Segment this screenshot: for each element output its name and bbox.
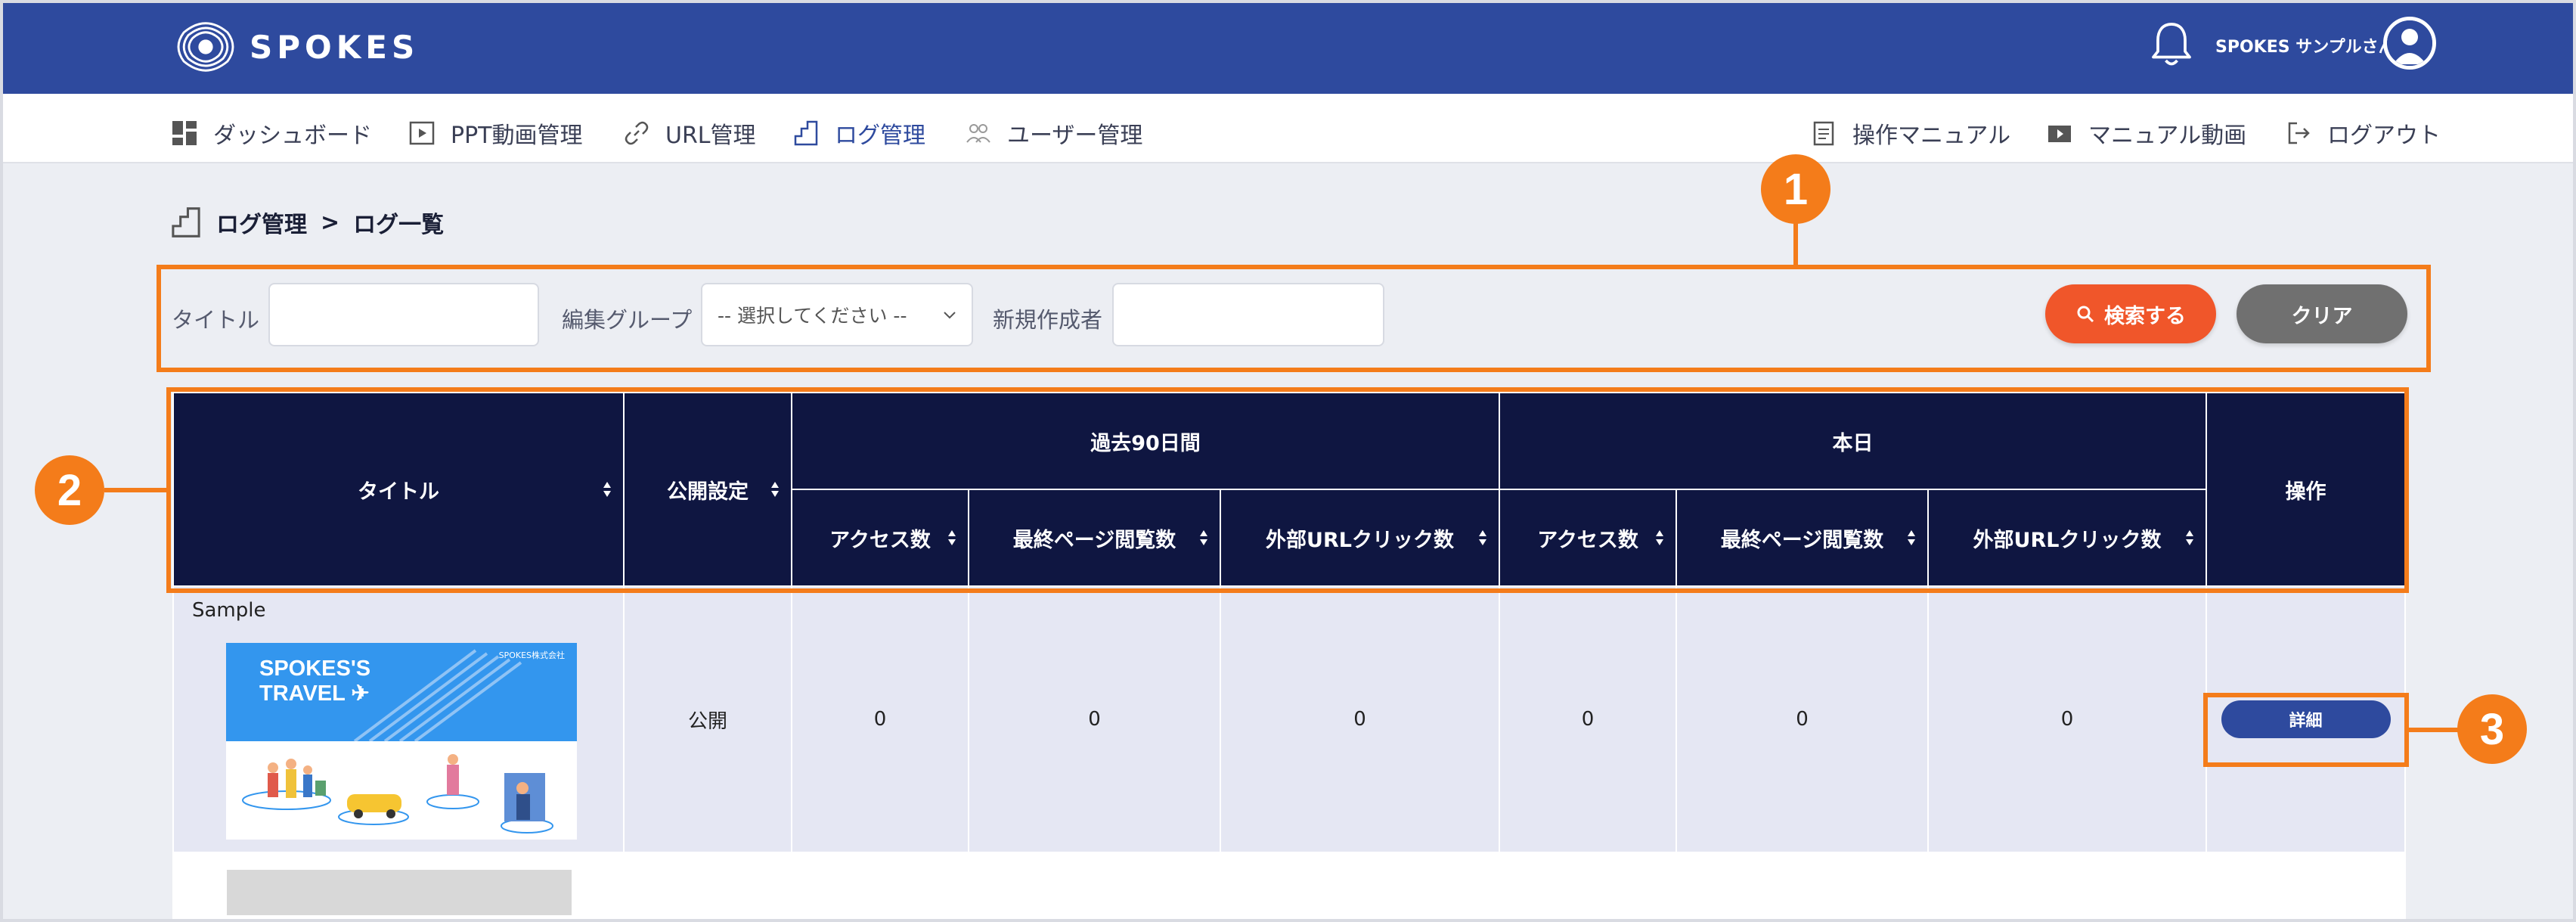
table-row: Sample SPOKES'S TRAVEL ✈ SPOKES株式会社 公開 0… — [172, 585, 2407, 853]
users-icon — [966, 124, 990, 143]
logo-mark-icon — [177, 22, 234, 72]
log-icon — [172, 207, 200, 237]
cell-past90-external-url: 0 — [1219, 585, 1501, 853]
cell-visibility: 公開 — [623, 585, 792, 853]
manual-icon — [1813, 121, 1834, 146]
thumbnail-title-line2: TRAVEL ✈ — [259, 681, 370, 706]
log-icon — [794, 120, 818, 146]
nav-url-label: URL管理 — [665, 123, 756, 149]
thumbnail-company: SPOKES株式会社 — [498, 650, 565, 660]
annotation-box-detail — [2203, 693, 2409, 767]
nav-url[interactable]: URL管理 — [623, 116, 756, 150]
nav-manual-video[interactable]: マニュアル動画 — [2046, 116, 2246, 150]
travel-illustration — [242, 754, 553, 834]
bell-icon[interactable] — [2149, 20, 2194, 70]
row-title[interactable]: Sample — [192, 599, 605, 622]
nav-log-label: ログ管理 — [835, 123, 925, 149]
nav-dashboard-label: ダッシュボード — [213, 123, 372, 149]
user-name[interactable]: SPOKES サンプルさん — [2215, 33, 2395, 57]
nav-manual-label: 操作マニュアル — [1852, 123, 2011, 149]
logo[interactable]: SPOKES — [169, 11, 419, 83]
app-header: SPOKES SPOKES サンプルさん — [0, 0, 2576, 94]
cell-empty — [1499, 852, 1678, 922]
cell-past90-access: 0 — [791, 585, 969, 853]
cell-empty — [2206, 852, 2407, 922]
nav-ppt-video-label: PPT動画管理 — [451, 123, 583, 149]
thumbnail-title-line2-text: TRAVEL — [259, 681, 346, 706]
annotation-line — [1793, 219, 1798, 266]
cell-past90-last-page: 0 — [968, 585, 1221, 853]
logout-icon — [2288, 122, 2310, 144]
logo-text: SPOKES — [250, 28, 420, 66]
cell-empty — [968, 852, 1221, 922]
breadcrumb-parent[interactable]: ログ管理 — [216, 206, 307, 239]
nav-manual[interactable]: 操作マニュアル — [1810, 116, 2010, 150]
annotation-badge-1: 1 — [1761, 154, 1830, 224]
breadcrumb-current: ログ一覧 — [353, 212, 445, 238]
cell-empty — [1927, 852, 2208, 922]
breadcrumb-separator: > — [321, 209, 340, 236]
breadcrumb: ログ管理 > ログ一覧 — [169, 206, 444, 239]
thumbnail[interactable]: SPOKES'S TRAVEL ✈ SPOKES株式会社 — [226, 643, 577, 840]
annotation-box-search — [157, 265, 2431, 372]
thumbnail-title-line1: SPOKES'S — [259, 657, 371, 681]
nav-logout-label: ログアウト — [2327, 123, 2441, 149]
nav-users-label: ユーザー管理 — [1007, 123, 1143, 149]
cell-empty — [791, 852, 969, 922]
cell-empty — [1675, 852, 1930, 922]
cell-title — [172, 852, 625, 922]
nav-manual-video-label: マニュアル動画 — [2088, 123, 2247, 149]
annotation-badge-2: 2 — [35, 455, 104, 525]
nav-ppt-video[interactable]: PPT動画管理 — [408, 116, 583, 150]
annotation-line — [2407, 728, 2463, 732]
thumbnail-placeholder[interactable] — [227, 870, 572, 915]
table-row — [172, 852, 2407, 922]
avatar[interactable] — [2383, 17, 2436, 70]
cell-title: Sample SPOKES'S TRAVEL ✈ SPOKES株式会社 — [172, 585, 625, 853]
dashboard-icon — [172, 121, 197, 145]
cell-today-last-page: 0 — [1675, 585, 1930, 853]
thumbnail-title: SPOKES'S TRAVEL ✈ — [259, 657, 370, 706]
cell-empty — [1219, 852, 1501, 922]
nav-log[interactable]: ログ管理 — [792, 116, 925, 150]
nav-users[interactable]: ユーザー管理 — [965, 116, 1142, 150]
annotation-box-table-header — [166, 387, 2409, 593]
annotation-badge-3: 3 — [2457, 694, 2527, 764]
ppt-video-icon — [409, 121, 435, 145]
video-icon — [2048, 126, 2071, 142]
cell-today-access: 0 — [1499, 585, 1678, 853]
cell-empty — [623, 852, 792, 922]
main-nav: ダッシュボード PPT動画管理 URL管理 ログ管理 ユーザー管理 操作マニュア… — [0, 94, 2576, 163]
cell-today-external-url: 0 — [1927, 585, 2208, 853]
nav-dashboard[interactable]: ダッシュボード — [171, 116, 372, 150]
user-avatar-icon — [2387, 20, 2432, 66]
link-icon — [625, 121, 649, 145]
nav-logout[interactable]: ログアウト — [2285, 116, 2441, 150]
airplane-icon: ✈ — [351, 681, 370, 706]
thumbnail-banner: SPOKES'S TRAVEL ✈ SPOKES株式会社 — [226, 643, 577, 741]
annotation-line — [104, 488, 168, 492]
